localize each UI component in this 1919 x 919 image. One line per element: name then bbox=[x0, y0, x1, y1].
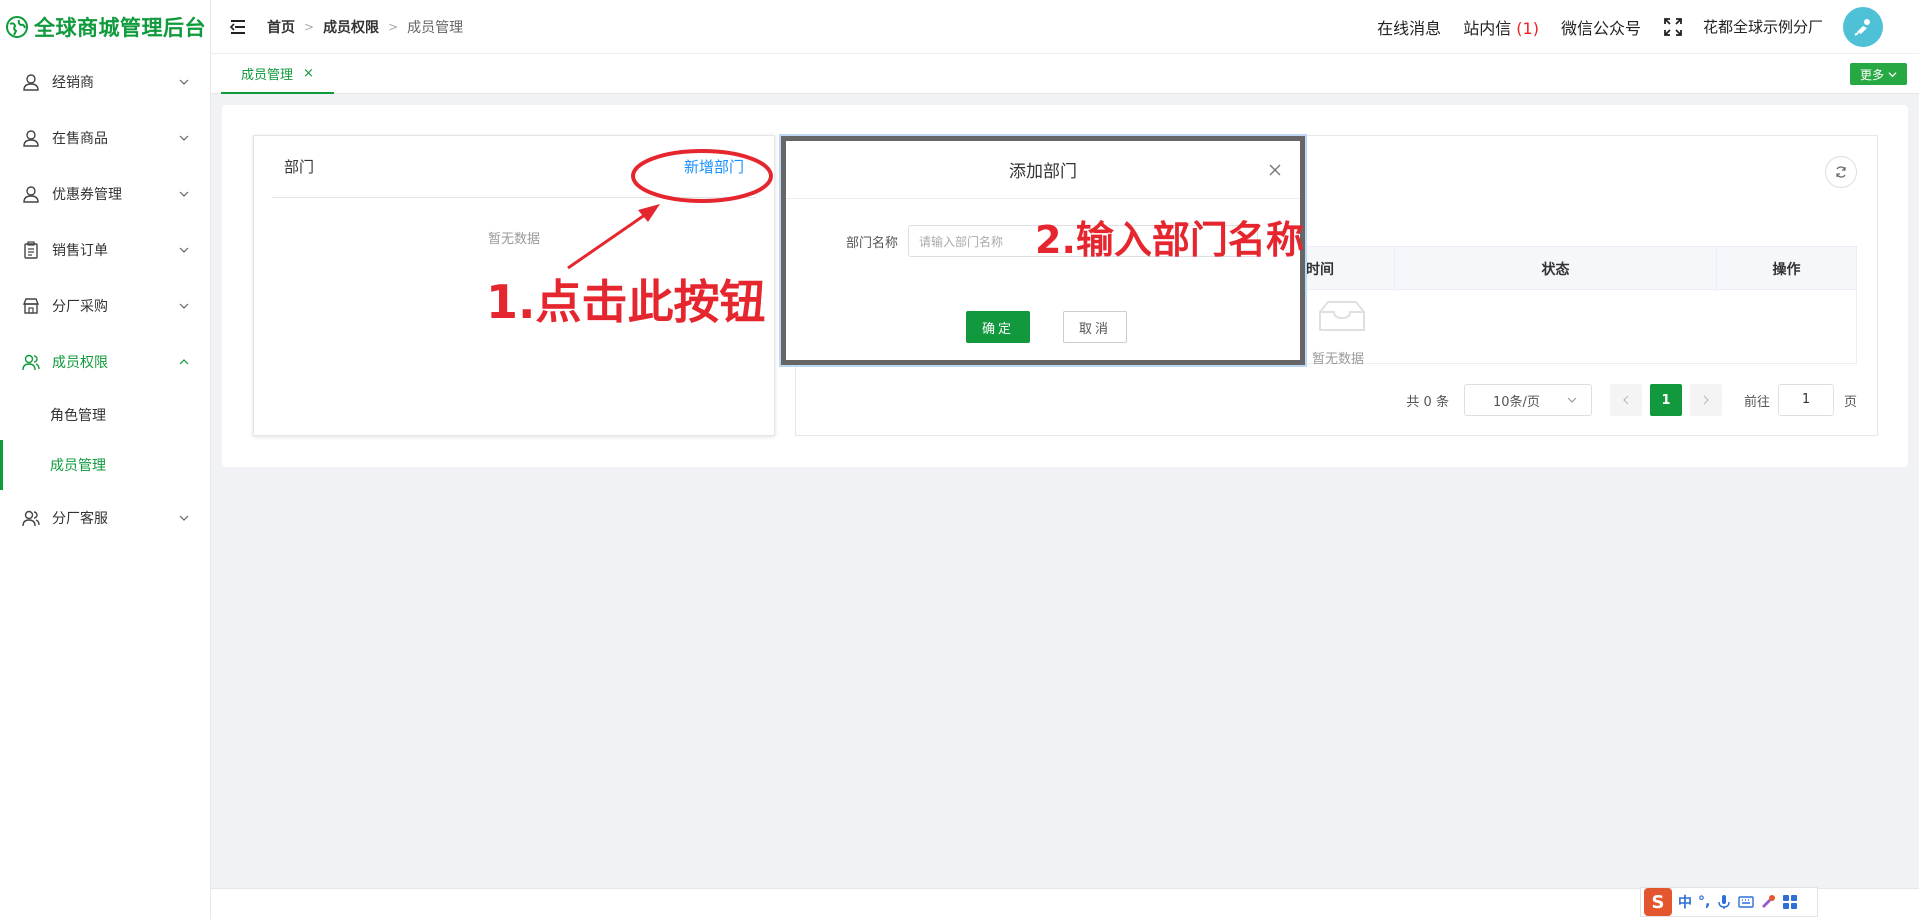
column-header-actions: 操作 bbox=[1772, 262, 1801, 278]
sidebar-item-purchase[interactable]: 分厂采购 bbox=[0, 278, 210, 334]
ime-language-mode[interactable]: 中 bbox=[1678, 892, 1692, 912]
goto-page-input[interactable]: 1 bbox=[1777, 384, 1834, 416]
clipboard-icon bbox=[24, 241, 38, 259]
sidebar-subitem-roles[interactable]: 角色管理 bbox=[0, 390, 210, 440]
ime-punctuation[interactable]: °, bbox=[1698, 894, 1710, 910]
chevron-up-icon bbox=[179, 359, 189, 365]
user-icon bbox=[23, 74, 39, 91]
fullscreen-icon[interactable] bbox=[1663, 17, 1683, 37]
pagination: 共 0 条 10条/页 1 前往 1 页 bbox=[1406, 384, 1857, 416]
inbox-link[interactable]: 站内信 (1) bbox=[1463, 15, 1539, 39]
chevron-down-icon bbox=[179, 303, 189, 309]
breadcrumb-home[interactable]: 首页 bbox=[267, 17, 295, 37]
app-title: 全球商城管理后台 bbox=[34, 16, 206, 40]
breadcrumb-separator: > bbox=[304, 19, 315, 34]
chevron-down-icon bbox=[1888, 71, 1897, 77]
tab-member-management[interactable]: 成员管理 × bbox=[221, 54, 334, 94]
more-button-label: 更多 bbox=[1859, 67, 1884, 82]
microphone-icon[interactable] bbox=[1716, 894, 1732, 910]
inbox-label: 站内信 bbox=[1463, 18, 1512, 38]
top-header: 首页 > 成员权限 > 成员管理 在线消息 站内信 (1) 微信公众号 花都全球… bbox=[211, 0, 1919, 54]
branch-name[interactable]: 花都全球示例分厂 bbox=[1703, 16, 1823, 37]
sidebar-item-products[interactable]: 在售商品 bbox=[0, 110, 210, 166]
users-icon bbox=[22, 354, 40, 371]
keyboard-icon[interactable] bbox=[1738, 894, 1755, 910]
department-title: 部门 bbox=[284, 158, 315, 176]
sidebar-item-orders[interactable]: 销售订单 bbox=[0, 222, 210, 278]
department-name-label: 部门名称 bbox=[846, 235, 899, 251]
header-actions: 在线消息 站内信 (1) 微信公众号 花都全球示例分厂 bbox=[1355, 6, 1919, 47]
table-empty-text: 暂无数据 bbox=[1312, 352, 1365, 367]
sidebar-subitem-label: 角色管理 bbox=[50, 408, 106, 424]
page-size-select[interactable]: 10条/页 bbox=[1463, 384, 1592, 416]
dialog-header: 添加部门 bbox=[786, 141, 1300, 199]
online-messages-link[interactable]: 在线消息 bbox=[1377, 15, 1441, 39]
dialog-title: 添加部门 bbox=[1009, 162, 1077, 182]
app-logo[interactable]: 全球商城管理后台 bbox=[0, 0, 210, 54]
sidebar-item-label: 分厂客服 bbox=[52, 511, 108, 527]
breadcrumb-current: 成员管理 bbox=[407, 19, 464, 36]
next-page-button[interactable] bbox=[1689, 384, 1722, 416]
chevron-down-icon bbox=[179, 79, 189, 85]
chevron-left-icon bbox=[1623, 395, 1629, 405]
sidebar-item-coupons[interactable]: 优惠券管理 bbox=[0, 166, 210, 222]
prev-page-button[interactable] bbox=[1609, 384, 1642, 416]
department-panel-header: 部门 新增部门 bbox=[272, 136, 756, 198]
sidebar-item-label: 成员权限 bbox=[52, 355, 108, 371]
close-icon[interactable]: × bbox=[303, 66, 314, 81]
user-icon bbox=[23, 186, 39, 203]
add-department-button[interactable]: 新增部门 bbox=[684, 156, 744, 177]
chevron-down-icon bbox=[179, 247, 189, 253]
empty-box-icon bbox=[1319, 301, 1365, 331]
inbox-count-badge: (1) bbox=[1516, 18, 1539, 38]
tab-label: 成员管理 bbox=[241, 67, 294, 83]
cancel-button[interactable]: 取消 bbox=[1063, 311, 1127, 343]
sidebar: 全球商城管理后台 经销商 在售商品 优惠券管理 销售订单 分厂采购 成员权限 角… bbox=[0, 0, 211, 919]
sidebar-item-label: 分厂采购 bbox=[52, 299, 108, 315]
more-button[interactable]: 更多 bbox=[1849, 63, 1907, 85]
user-icon bbox=[23, 130, 39, 147]
goto-label: 前往 bbox=[1743, 394, 1770, 410]
sogou-logo-icon: S bbox=[1644, 888, 1672, 916]
breadcrumb-permissions[interactable]: 成员权限 bbox=[323, 17, 379, 37]
menu-collapse-icon[interactable] bbox=[229, 18, 247, 36]
ime-toolbar[interactable]: S 中 °, bbox=[1640, 887, 1818, 917]
confirm-button[interactable]: 确定 bbox=[966, 311, 1030, 343]
chevron-down-icon bbox=[179, 135, 189, 141]
close-icon[interactable] bbox=[1268, 163, 1282, 177]
page-suffix: 页 bbox=[1843, 394, 1857, 410]
page-size-value: 10条/页 bbox=[1492, 394, 1540, 410]
page-number-button[interactable]: 1 bbox=[1649, 384, 1682, 416]
sidebar-item-label: 销售订单 bbox=[52, 243, 108, 259]
sidebar-item-label: 经销商 bbox=[52, 75, 94, 91]
users-icon bbox=[22, 510, 40, 527]
sidebar-subitem-label: 成员管理 bbox=[50, 458, 106, 474]
sidebar-item-customer-service[interactable]: 分厂客服 bbox=[0, 490, 210, 546]
annotation-step2: 2.输入部门名称 bbox=[1035, 218, 1304, 262]
chevron-down-icon bbox=[1567, 397, 1577, 403]
sidebar-item-permissions[interactable]: 成员权限 bbox=[0, 334, 210, 390]
breadcrumb-separator: > bbox=[388, 19, 399, 34]
annotation-step1: 1.点击此按钮 bbox=[486, 275, 766, 329]
refresh-button[interactable] bbox=[1825, 156, 1857, 188]
sidebar-item-label: 在售商品 bbox=[52, 131, 108, 147]
avatar[interactable] bbox=[1843, 6, 1883, 47]
chevron-down-icon bbox=[179, 191, 189, 197]
store-icon bbox=[22, 298, 40, 314]
chevron-right-icon bbox=[1703, 395, 1709, 405]
skin-icon[interactable] bbox=[1760, 894, 1776, 910]
chevron-down-icon bbox=[179, 515, 189, 521]
column-header-status: 状态 bbox=[1395, 247, 1717, 291]
department-empty-text: 暂无数据 bbox=[487, 232, 540, 247]
avatar-figure-icon bbox=[1854, 18, 1870, 36]
pagination-total: 共 0 条 bbox=[1406, 394, 1449, 410]
toolbox-icon[interactable] bbox=[1782, 894, 1798, 910]
refresh-icon bbox=[1836, 166, 1846, 178]
wechat-link[interactable]: 微信公众号 bbox=[1561, 15, 1641, 39]
sidebar-item-label: 优惠券管理 bbox=[52, 187, 122, 203]
tabs-bar: 成员管理 × 更多 bbox=[211, 54, 1919, 94]
sidebar-item-distributor[interactable]: 经销商 bbox=[0, 54, 210, 110]
sidebar-subitem-members[interactable]: 成员管理 bbox=[0, 440, 210, 490]
globe-logo-icon bbox=[6, 16, 28, 38]
